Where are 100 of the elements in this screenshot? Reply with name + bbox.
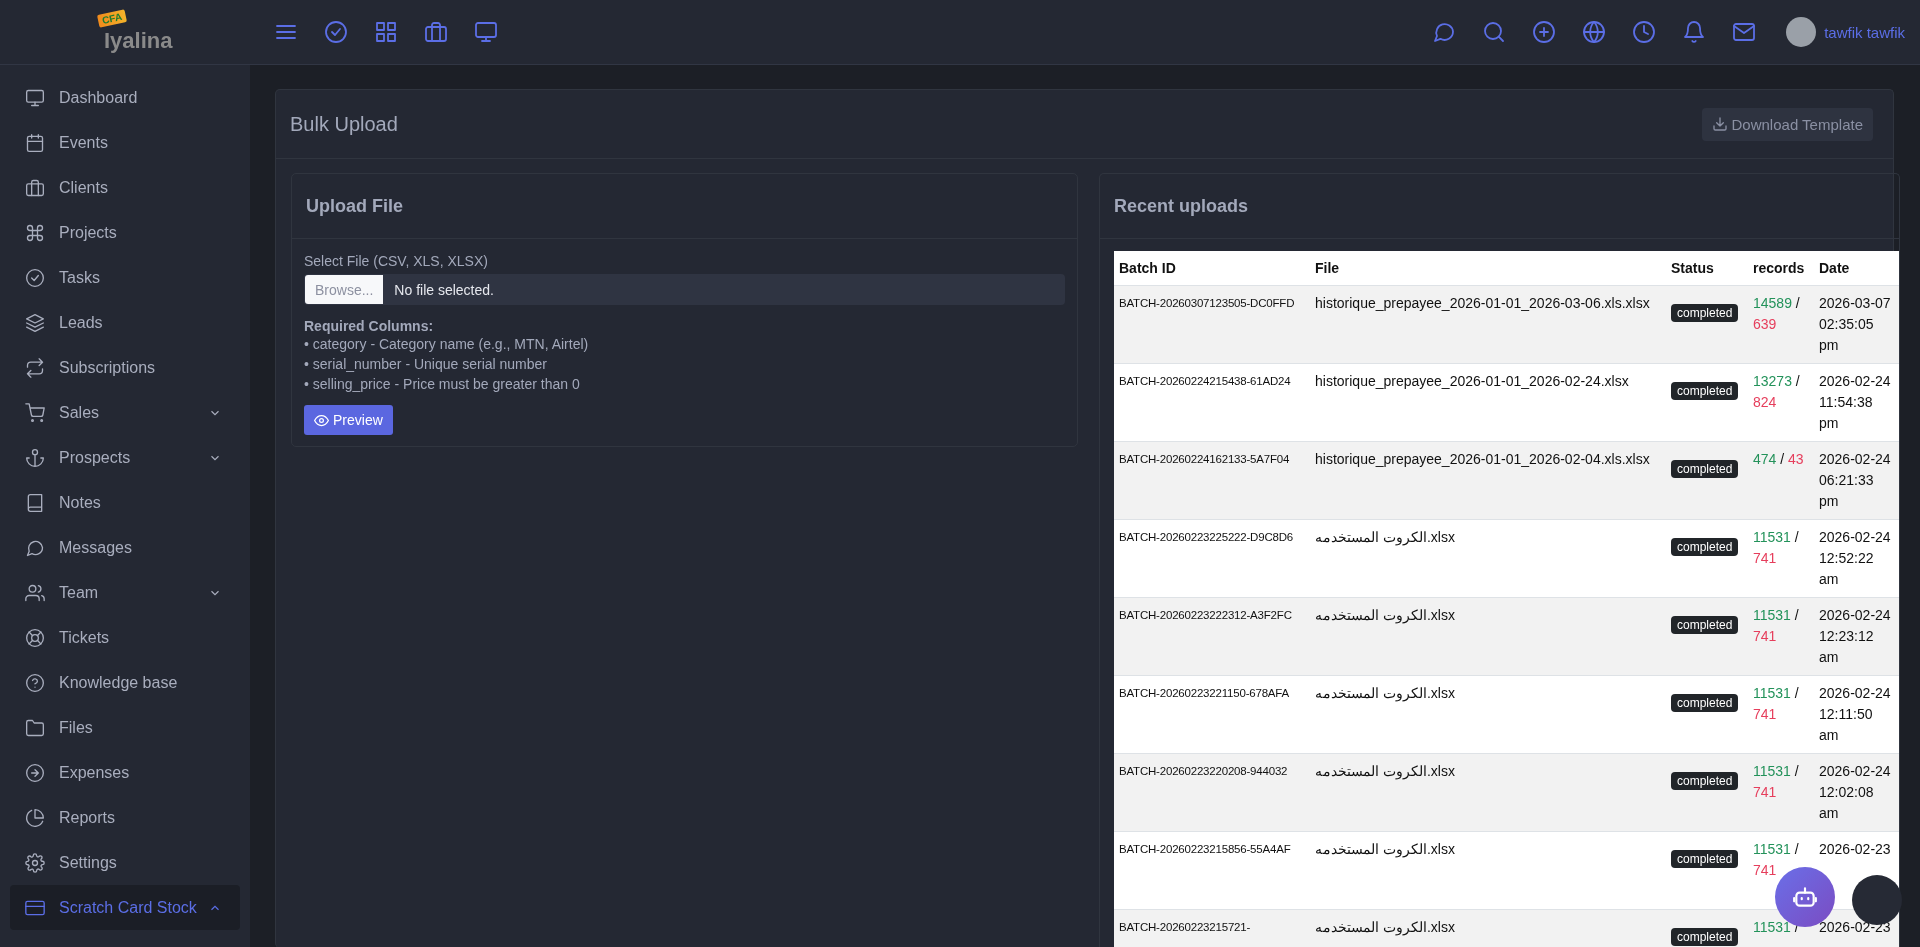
sidebar-item[interactable]: Tasks <box>10 255 240 300</box>
date-cell: 2026-02-24 12:23:12 am <box>1814 597 1899 676</box>
logo[interactable]: CFA Iyalina <box>0 10 250 54</box>
separator: / <box>1794 529 1799 545</box>
success-count: 11531 <box>1753 685 1791 701</box>
arrow-circle-icon <box>25 762 45 783</box>
date-cell: 2026-03-07 02:35:05 pm <box>1814 285 1899 364</box>
robot-icon <box>1792 884 1818 910</box>
separator: / <box>1794 841 1799 857</box>
sidebar-item[interactable]: Team <box>10 570 240 615</box>
separator: / <box>1794 763 1799 779</box>
status-badge: completed <box>1671 928 1739 946</box>
file-name-cell: historique_prepayee_2026-01-01_2026-03-06.xls.xlsx <box>1310 285 1666 364</box>
monitor-icon[interactable] <box>474 20 498 44</box>
settings-icon <box>25 852 45 873</box>
sidebar-item[interactable]: Messages <box>10 525 240 570</box>
briefcase-icon <box>25 177 45 198</box>
card-title: Recent uploads <box>1114 195 1249 217</box>
check-circle-icon[interactable] <box>324 20 348 44</box>
eye-icon <box>314 412 329 428</box>
users-icon <box>25 582 45 603</box>
date-cell: 2026-02-24 12:02:08 am <box>1814 753 1899 832</box>
file-name-cell: الكروت المستخدمه.xlsx <box>1310 597 1666 676</box>
failed-count: 741 <box>1753 706 1777 722</box>
lifebuoy-icon <box>25 627 45 648</box>
success-count: 11531 <box>1753 763 1791 779</box>
file-name-cell: الكروت المستخدمه.xlsx <box>1310 909 1666 947</box>
sidebar-item[interactable]: Settings <box>10 840 240 885</box>
date-cell: 2026-02-24 06:21:33 pm <box>1814 441 1899 520</box>
sidebar-item[interactable]: Events <box>10 120 240 165</box>
batch-id-cell: BATCH-20260223220208-944032 <box>1114 753 1310 832</box>
failed-count: 741 <box>1753 628 1777 644</box>
preview-button[interactable]: Preview <box>304 405 393 435</box>
sidebar-item[interactable]: Leads <box>10 300 240 345</box>
failed-count: 639 <box>1753 316 1777 332</box>
separator: / <box>1780 451 1785 467</box>
bell-icon[interactable] <box>1682 20 1707 44</box>
file-input-field[interactable]: Browse... No file selected. <box>304 274 1065 305</box>
check-circle-icon <box>25 267 45 288</box>
success-count: 11531 <box>1753 529 1791 545</box>
sidebar-item[interactable]: Projects <box>10 210 240 255</box>
column-header: File <box>1310 251 1666 286</box>
required-column-text: • category - Category name (e.g., MTN, Airtel) <box>304 335 590 354</box>
question-circle-icon <box>25 672 45 693</box>
calendar-icon <box>25 132 45 153</box>
column-header: Date <box>1814 251 1899 286</box>
column-header: Batch ID <box>1114 251 1310 286</box>
status-badge: completed <box>1671 382 1739 400</box>
repeat-icon <box>25 357 45 378</box>
required-column-text: • selling_price - Price must be greater than 0 <box>304 375 581 394</box>
success-count: 14589 <box>1753 295 1792 311</box>
sidebar-item[interactable]: Reports <box>10 795 240 840</box>
clock-icon[interactable] <box>1632 20 1657 44</box>
separator: / <box>1794 685 1799 701</box>
sidebar-item[interactable]: Prospects <box>10 435 240 480</box>
grid-icon[interactable] <box>374 20 398 44</box>
page-title: Bulk Upload <box>290 112 398 136</box>
success-count: 11531 <box>1753 607 1791 623</box>
cart-icon <box>25 402 45 423</box>
file-name-cell: الكروت المستخدمه.xlsx <box>1310 753 1666 832</box>
sidebar-item[interactable]: Knowledge base <box>10 660 240 705</box>
sidebar-item[interactable]: Files <box>10 705 240 750</box>
user-name[interactable]: tawfik tawfik <box>1824 23 1905 41</box>
separator: / <box>1795 373 1800 389</box>
sidebar-item[interactable]: Subscriptions <box>10 345 240 390</box>
failed-count: 43 <box>1788 451 1804 467</box>
globe-icon[interactable] <box>1582 20 1607 44</box>
batch-id-cell: BATCH-20260224162133-5A7F04 <box>1114 441 1310 520</box>
plus-circle-icon[interactable] <box>1532 20 1557 44</box>
logo-badge: CFA <box>96 9 128 28</box>
batch-id-cell: BATCH-20260307123505-DC0FFD <box>1114 285 1310 364</box>
mail-icon[interactable] <box>1732 20 1757 44</box>
search-icon[interactable] <box>1482 20 1507 44</box>
sidebar-item[interactable]: Scratch Card Stock <box>10 885 240 930</box>
folder-icon <box>25 717 45 738</box>
briefcase-icon[interactable] <box>424 20 448 44</box>
success-count: 474 <box>1753 451 1777 467</box>
monitor-icon <box>25 87 45 108</box>
sidebar-item[interactable]: Notes <box>10 480 240 525</box>
sidebar-item[interactable]: Dashboard <box>10 75 240 120</box>
status-badge: completed <box>1671 304 1739 322</box>
sidebar-item[interactable]: Tickets <box>10 615 240 660</box>
failed-count: 741 <box>1753 550 1777 566</box>
file-status: No file selected. <box>393 280 494 300</box>
logo-text: Iyalina <box>104 28 173 54</box>
file-name-cell: historique_prepayee_2026-01-01_2026-02-04.xls.xlsx <box>1310 441 1666 520</box>
status-badge: completed <box>1671 460 1739 478</box>
status-badge: completed <box>1671 694 1739 712</box>
chat-bubble-icon[interactable] <box>1432 20 1457 44</box>
download-template-button[interactable]: Download Template <box>1701 107 1873 141</box>
user-avatar[interactable] <box>1786 17 1817 47</box>
field-label: Select File (CSV, XLS, XLSX) <box>304 253 489 269</box>
status-badge: completed <box>1671 616 1739 634</box>
pie-chart-icon <box>25 807 45 828</box>
sidebar-item[interactable]: Sales <box>10 390 240 435</box>
separator: / <box>1794 607 1799 623</box>
sidebar-item[interactable]: Expenses <box>10 750 240 795</box>
sidebar-item[interactable]: Clients <box>10 165 240 210</box>
failed-count: 741 <box>1753 784 1777 800</box>
success-count: 11531 <box>1753 841 1791 857</box>
